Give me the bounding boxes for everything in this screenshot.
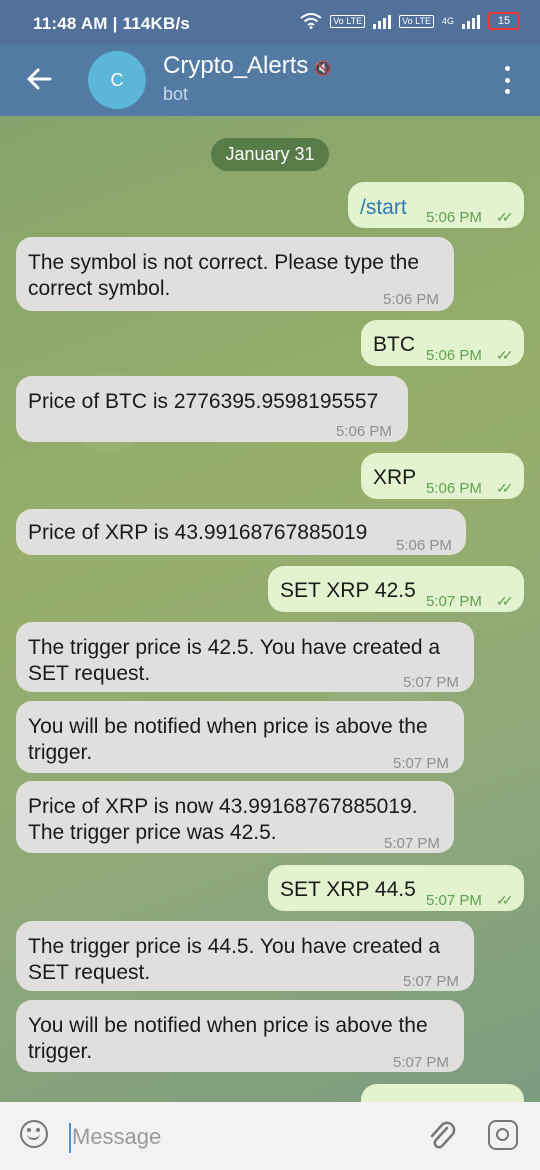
message-text[interactable]: /start — [360, 195, 407, 221]
message-time: 5:07 PM — [403, 674, 459, 691]
message-time: 5:06 PM — [426, 209, 482, 226]
message-text: BTC — [373, 333, 415, 356]
message-text: You will be notified when price is above… — [28, 1014, 428, 1063]
message-bubble-outgoing[interactable]: XRP 5:06 PM ✓✓ — [361, 453, 524, 499]
attach-icon[interactable] — [427, 1120, 457, 1152]
text-cursor — [69, 1123, 71, 1153]
avatar[interactable]: C — [88, 51, 146, 109]
status-bar: 11:48 AM | 114KB/s Vo LTE Vo LTE 4G 15 — [0, 0, 540, 44]
message-time: 5:07 PM — [384, 835, 440, 852]
chat-header: C Crypto_Alerts 🔇 bot — [0, 44, 540, 116]
double-check-icon: ✓✓ — [496, 347, 514, 363]
status-icons: Vo LTE Vo LTE 4G 15 — [300, 12, 520, 30]
message-bubble-incoming[interactable]: The symbol is not correct. Please type t… — [16, 237, 454, 311]
speaker-muted-icon: 🔇 — [314, 60, 332, 76]
message-bubble-incoming[interactable]: You will be notified when price is above… — [16, 1000, 464, 1072]
message-bubble-incoming[interactable]: The trigger price is 44.5. You have crea… — [16, 921, 474, 991]
message-time: 5:07 PM — [393, 1054, 449, 1071]
double-check-icon: ✓✓ — [496, 209, 514, 225]
battery-icon: 15 — [488, 12, 520, 30]
message-text: XRP — [373, 466, 417, 489]
volte-badge-1: Vo LTE — [330, 14, 366, 28]
message-time: 5:07 PM — [403, 973, 459, 990]
volte-badge-2: Vo LTE — [399, 14, 434, 28]
chat-title[interactable]: Crypto_Alerts 🔇 — [163, 52, 332, 80]
message-text: The trigger price is 44.5. You have crea… — [28, 935, 441, 984]
signal-icon-2 — [462, 13, 480, 29]
message-time: 5:06 PM — [426, 347, 482, 364]
message-time: 5:07 PM — [426, 892, 482, 909]
message-bubble-outgoing[interactable]: SET XRP 42.5 5:07 PM ✓✓ — [268, 566, 524, 612]
message-bubble-outgoing[interactable]: SET XRP 44.5 5:07 PM ✓✓ — [268, 865, 524, 911]
message-text: SET XRP 42.5 — [280, 579, 416, 602]
message-text: You will be notified when price is above… — [28, 715, 428, 764]
message-time: 5:06 PM — [426, 480, 482, 497]
more-options-icon[interactable] — [503, 66, 511, 94]
double-check-icon: ✓✓ — [496, 593, 514, 609]
message-bubble-incoming[interactable]: Price of XRP is now 43.99168767885019. T… — [16, 781, 454, 853]
message-bubble-outgoing-partial[interactable] — [361, 1084, 524, 1102]
message-text: Price of XRP is 43.99168767885019 — [28, 521, 368, 544]
message-list[interactable]: January 31 /start 5:06 PM ✓✓ The symbol … — [0, 116, 540, 1102]
message-bubble-incoming[interactable]: Price of BTC is 2776395.9598195557 5:06 … — [16, 376, 408, 442]
chat-subtitle: bot — [163, 84, 189, 104]
message-time: 5:06 PM — [383, 291, 439, 308]
message-text: Price of BTC is 2776395.9598195557 — [28, 390, 379, 413]
double-check-icon: ✓✓ — [496, 892, 514, 908]
double-check-icon: ✓✓ — [496, 480, 514, 496]
message-bubble-incoming[interactable]: Price of XRP is 43.99168767885019 5:06 P… — [16, 509, 466, 555]
status-time: 11:48 AM | 114KB/s — [33, 14, 191, 33]
message-time: 5:06 PM — [336, 423, 392, 440]
back-arrow-icon[interactable] — [24, 64, 54, 94]
message-time: 5:07 PM — [393, 755, 449, 772]
message-bubble-incoming[interactable]: You will be notified when price is above… — [16, 701, 464, 773]
signal-icon-1 — [373, 13, 392, 29]
message-text: SET XRP 44.5 — [280, 878, 416, 901]
message-bubble-incoming[interactable]: The trigger price is 42.5. You have crea… — [16, 622, 474, 692]
message-time: 5:06 PM — [396, 537, 452, 554]
chat-title-text: Crypto_Alerts — [163, 52, 309, 79]
network-type: 4G — [441, 16, 454, 26]
wifi-icon — [300, 13, 322, 29]
camera-icon[interactable] — [488, 1120, 518, 1150]
message-text: The trigger price is 42.5. You have crea… — [28, 636, 441, 685]
message-bubble-outgoing[interactable]: BTC 5:06 PM ✓✓ — [361, 320, 524, 366]
message-time: 5:07 PM — [426, 593, 482, 610]
date-separator: January 31 — [211, 138, 329, 171]
emoji-icon[interactable] — [20, 1120, 48, 1148]
message-composer: Message — [0, 1102, 540, 1170]
message-bubble-outgoing[interactable]: /start 5:06 PM ✓✓ — [348, 182, 524, 228]
message-input[interactable]: Message — [72, 1124, 161, 1150]
